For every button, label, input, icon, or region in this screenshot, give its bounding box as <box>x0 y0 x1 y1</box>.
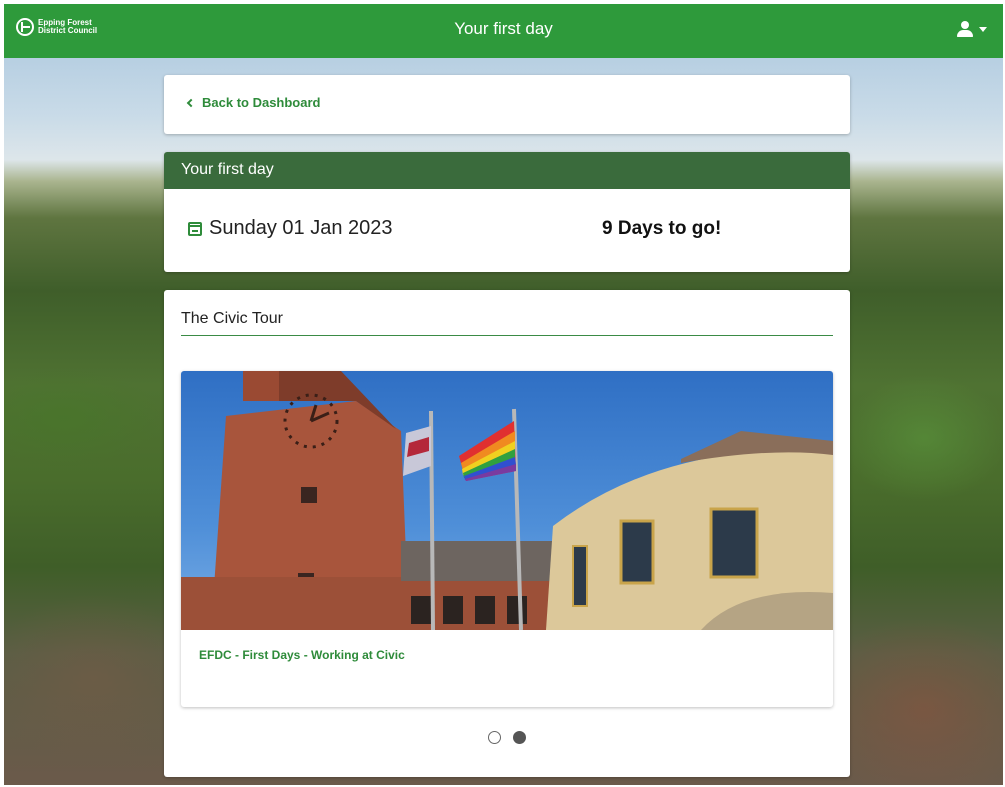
first-day-date: Sunday 01 Jan 2023 <box>209 217 393 239</box>
back-to-dashboard-link[interactable]: Back to Dashboard <box>186 95 320 110</box>
user-menu-button[interactable] <box>957 21 987 37</box>
days-to-go-countdown: 9 Days to go! <box>602 218 722 239</box>
first-day-card: Your first day Sunday 01 Jan 2023 9 Days… <box>164 152 850 272</box>
carousel-pagination <box>164 731 850 744</box>
civic-tour-card: The Civic Tour EFDC - First Days - Worki… <box>164 290 850 777</box>
first-day-details: Sunday 01 Jan 2023 9 Days to go! <box>164 189 850 272</box>
first-day-heading: Your first day <box>164 152 850 189</box>
app-window: Epping Forest District Council Your firs… <box>4 4 1003 785</box>
title-divider <box>181 335 833 336</box>
back-to-dashboard-label: Back to Dashboard <box>202 95 321 110</box>
carousel-dot-1[interactable] <box>488 731 501 744</box>
chevron-left-icon <box>186 98 196 107</box>
civic-building-photo <box>181 371 833 630</box>
carousel-dot-2[interactable] <box>513 731 526 744</box>
civic-tour-media-caption: EFDC - First Days - Working at Civic <box>199 648 405 662</box>
calendar-icon <box>188 222 202 236</box>
civic-tour-media-card[interactable]: EFDC - First Days - Working at Civic <box>181 371 833 707</box>
caret-down-icon <box>979 26 987 32</box>
app-bar: Epping Forest District Council Your firs… <box>4 4 1003 58</box>
user-icon <box>957 21 973 37</box>
page-title: Your first day <box>454 19 553 38</box>
civic-building-illustration <box>181 371 833 630</box>
back-navigation-card: Back to Dashboard <box>164 75 850 134</box>
civic-tour-title: The Civic Tour <box>181 310 283 327</box>
